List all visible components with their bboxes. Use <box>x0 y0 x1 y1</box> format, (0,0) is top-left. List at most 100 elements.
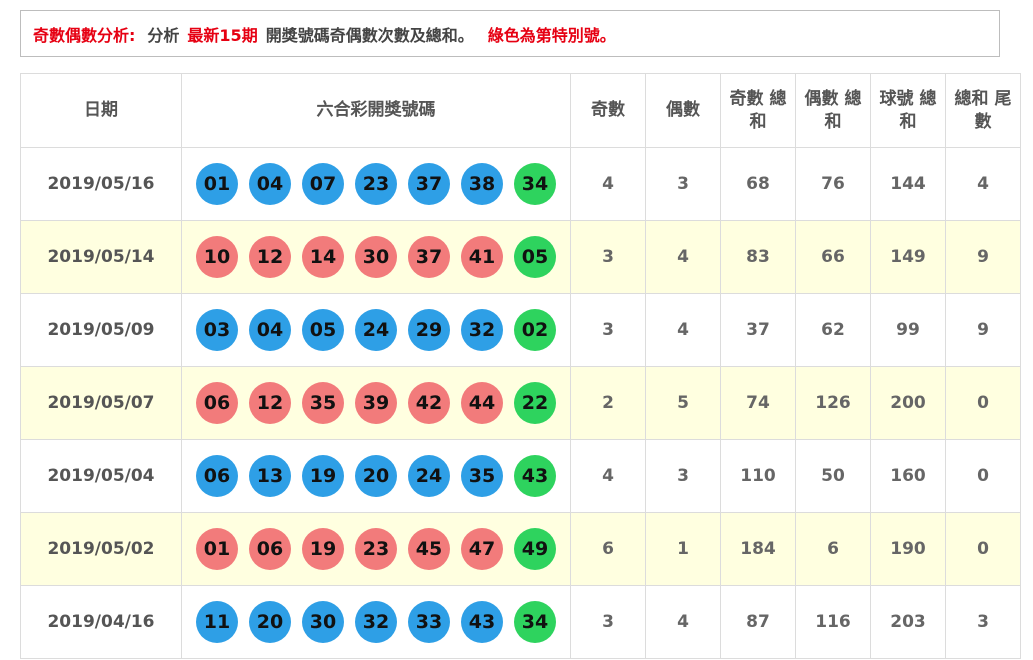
ball-group: 06 12 35 39 42 44 22 <box>182 382 570 424</box>
even-count: 3 <box>645 439 721 513</box>
header-total: 球號 總和 <box>870 73 946 148</box>
table-row: 2019/05/14 10 12 14 30 37 41 05 3 4 83 66 149 9 <box>20 220 1021 294</box>
ball-group: 01 04 07 23 37 38 34 <box>182 163 570 205</box>
odd-count: 2 <box>570 366 646 440</box>
number-ball: 29 <box>408 309 450 351</box>
draw-date: 2019/05/09 <box>20 293 182 367</box>
number-ball: 38 <box>461 163 503 205</box>
number-ball: 06 <box>196 455 238 497</box>
number-ball: 24 <box>408 455 450 497</box>
even-sum: 76 <box>795 147 871 221</box>
number-ball: 44 <box>461 382 503 424</box>
draw-numbers: 10 12 14 30 37 41 05 <box>181 220 571 294</box>
sum-tail: 3 <box>945 585 1021 659</box>
sum-tail: 4 <box>945 147 1021 221</box>
notice-text-2: 開獎號碼奇偶數次數及總和。 <box>265 25 474 45</box>
number-ball: 19 <box>302 528 344 570</box>
number-ball: 20 <box>249 601 291 643</box>
even-count: 1 <box>645 512 721 586</box>
header-odd-sum: 奇數 總和 <box>720 73 796 148</box>
analysis-notice: 奇數偶數分析: 分析 最新15期 開獎號碼奇偶數次數及總和。 綠色為第特別號。 <box>20 10 1000 57</box>
total-sum: 190 <box>870 512 946 586</box>
number-ball: 33 <box>408 601 450 643</box>
odd-even-table: 日期 六合彩開獎號碼 奇數 偶數 奇數 總和 偶數 總和 球號 總和 總和 尾數… <box>20 73 1021 659</box>
table-row: 2019/05/09 03 04 05 24 29 32 02 3 4 37 62 99 9 <box>20 293 1021 367</box>
number-ball: 06 <box>196 382 238 424</box>
number-ball: 42 <box>408 382 450 424</box>
ball-group: 10 12 14 30 37 41 05 <box>182 236 570 278</box>
ball-group: 11 20 30 32 33 43 34 <box>182 601 570 643</box>
notice-label: 奇數偶數分析: <box>33 25 136 45</box>
draw-date: 2019/05/14 <box>20 220 182 294</box>
odd-sum: 74 <box>720 366 796 440</box>
number-ball: 01 <box>196 163 238 205</box>
number-ball: 32 <box>355 601 397 643</box>
even-sum: 66 <box>795 220 871 294</box>
number-ball: 35 <box>302 382 344 424</box>
number-ball: 47 <box>461 528 503 570</box>
number-ball: 11 <box>196 601 238 643</box>
odd-sum: 37 <box>720 293 796 367</box>
odd-sum: 110 <box>720 439 796 513</box>
number-ball: 04 <box>249 309 291 351</box>
special-number-ball: 05 <box>514 236 556 278</box>
draw-numbers: 01 06 19 23 45 47 49 <box>181 512 571 586</box>
sum-tail: 0 <box>945 512 1021 586</box>
number-ball: 30 <box>355 236 397 278</box>
even-sum: 126 <box>795 366 871 440</box>
even-sum: 62 <box>795 293 871 367</box>
even-sum: 50 <box>795 439 871 513</box>
sum-tail: 0 <box>945 439 1021 513</box>
odd-count: 3 <box>570 585 646 659</box>
draw-numbers: 06 13 19 20 24 35 43 <box>181 439 571 513</box>
header-even: 偶數 <box>645 73 721 148</box>
number-ball: 32 <box>461 309 503 351</box>
ball-group: 03 04 05 24 29 32 02 <box>182 309 570 351</box>
even-sum: 6 <box>795 512 871 586</box>
number-ball: 20 <box>355 455 397 497</box>
even-count: 5 <box>645 366 721 440</box>
number-ball: 01 <box>196 528 238 570</box>
special-number-ball: 34 <box>514 601 556 643</box>
odd-count: 4 <box>570 147 646 221</box>
even-count: 4 <box>645 220 721 294</box>
ball-group: 01 06 19 23 45 47 49 <box>182 528 570 570</box>
table-row: 2019/05/04 06 13 19 20 24 35 43 4 3 110 50 160 0 <box>20 439 1021 513</box>
table-row: 2019/05/02 01 06 19 23 45 47 49 6 1 184 6 190 0 <box>20 512 1021 586</box>
number-ball: 06 <box>249 528 291 570</box>
odd-count: 4 <box>570 439 646 513</box>
table-row: 2019/05/07 06 12 35 39 42 44 22 2 5 74 126 200 0 <box>20 366 1021 440</box>
odd-count: 3 <box>570 220 646 294</box>
total-sum: 160 <box>870 439 946 513</box>
notice-note: 綠色為第特別號。 <box>487 25 616 45</box>
number-ball: 23 <box>355 163 397 205</box>
number-ball: 12 <box>249 236 291 278</box>
table-header-row: 日期 六合彩開獎號碼 奇數 偶數 奇數 總和 偶數 總和 球號 總和 總和 尾數 <box>20 73 1021 148</box>
special-number-ball: 34 <box>514 163 556 205</box>
number-ball: 45 <box>408 528 450 570</box>
notice-text-1: 分析 <box>147 25 180 45</box>
header-odd: 奇數 <box>570 73 646 148</box>
number-ball: 37 <box>408 163 450 205</box>
number-ball: 12 <box>249 382 291 424</box>
odd-sum: 87 <box>720 585 796 659</box>
notice-highlight: 最新15期 <box>187 25 258 45</box>
draw-numbers: 06 12 35 39 42 44 22 <box>181 366 571 440</box>
draw-numbers: 01 04 07 23 37 38 34 <box>181 147 571 221</box>
number-ball: 19 <box>302 455 344 497</box>
header-numbers: 六合彩開獎號碼 <box>181 73 571 148</box>
even-count: 3 <box>645 147 721 221</box>
header-tail: 總和 尾數 <box>945 73 1021 148</box>
number-ball: 30 <box>302 601 344 643</box>
number-ball: 07 <box>302 163 344 205</box>
draw-numbers: 11 20 30 32 33 43 34 <box>181 585 571 659</box>
odd-sum: 83 <box>720 220 796 294</box>
odd-count: 6 <box>570 512 646 586</box>
sum-tail: 0 <box>945 366 1021 440</box>
draw-date: 2019/05/04 <box>20 439 182 513</box>
special-number-ball: 49 <box>514 528 556 570</box>
table-row: 2019/04/16 11 20 30 32 33 43 34 3 4 87 116 203 3 <box>20 585 1021 659</box>
draw-date: 2019/05/02 <box>20 512 182 586</box>
number-ball: 43 <box>461 601 503 643</box>
sum-tail: 9 <box>945 293 1021 367</box>
